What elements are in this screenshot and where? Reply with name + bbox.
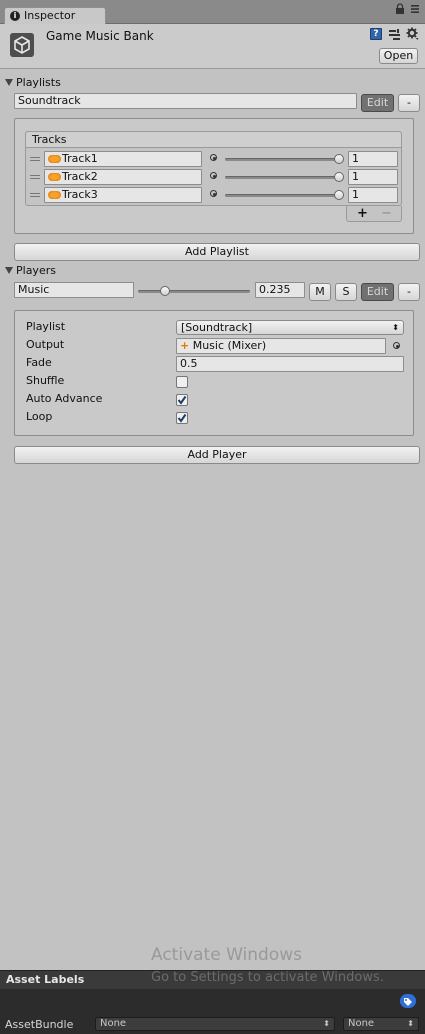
asset-labels-title: Asset Labels <box>6 973 85 986</box>
audio-clip-icon <box>48 173 61 181</box>
shuffle-checkbox[interactable] <box>176 376 188 388</box>
open-button[interactable]: Open <box>379 48 418 64</box>
audio-clip-icon <box>48 155 61 163</box>
tracks-header-label: Tracks <box>32 133 67 146</box>
playlist-dropdown[interactable]: [Soundtrack] ⬍ <box>176 320 404 335</box>
playlist-name-field[interactable]: Soundtrack <box>14 93 357 109</box>
object-picker-icon[interactable] <box>393 342 400 349</box>
playlist-dropdown-value: [Soundtrack] <box>181 321 253 334</box>
activate-windows-subtext: Go to Settings to activate Windows. <box>151 970 384 985</box>
tab-label: Inspector <box>24 9 76 22</box>
asset-title: Game Music Bank <box>46 29 154 43</box>
track-3-volume-slider[interactable] <box>225 194 342 197</box>
playlists-foldout-arrow-icon[interactable] <box>5 79 13 86</box>
assetbundle-variant-value: None <box>348 1018 375 1029</box>
track-2-name: Track2 <box>62 170 98 183</box>
track-1-clip-field[interactable]: Track1 <box>44 151 202 167</box>
player-name-field[interactable]: Music <box>14 282 134 298</box>
dropdown-arrows-icon: ⬍ <box>407 1019 414 1028</box>
inspector-header: Game Music Bank ? <box>0 24 425 69</box>
track-2-drag-handle[interactable] <box>30 175 40 179</box>
mixer-group-icon: + <box>180 339 190 352</box>
help-icon[interactable]: ? <box>370 28 382 40</box>
object-picker-icon[interactable] <box>210 190 217 197</box>
player-remove-button[interactable]: - <box>398 283 420 301</box>
track-1-drag-handle[interactable] <box>30 157 40 161</box>
preset-icon[interactable] <box>388 28 401 41</box>
players-foldout-arrow-icon[interactable] <box>5 267 13 274</box>
auto-advance-checkbox[interactable] <box>176 394 188 406</box>
lock-icon[interactable] <box>394 3 406 15</box>
track-2-volume-slider[interactable] <box>225 176 342 179</box>
player-volume-field[interactable]: 0.235 <box>255 282 305 298</box>
track-1-volume-thumb[interactable] <box>334 154 344 164</box>
tab-menu-icon[interactable] <box>409 3 421 15</box>
track-3-volume-thumb[interactable] <box>334 190 344 200</box>
activate-windows-watermark: Activate Windows <box>151 945 302 965</box>
dropdown-arrows-icon: ⬍ <box>323 1019 330 1028</box>
add-player-button[interactable]: Add Player <box>14 446 420 464</box>
fade-field[interactable]: 0.5 <box>176 356 404 372</box>
player-volume-thumb[interactable] <box>160 286 170 296</box>
assetbundle-dropdown[interactable]: None ⬍ <box>95 1017 335 1031</box>
tag-icon[interactable] <box>400 994 416 1008</box>
audio-clip-icon <box>48 191 61 199</box>
solo-button[interactable]: S <box>335 283 357 301</box>
output-property-label: Output <box>26 338 65 351</box>
fade-property-label: Fade <box>26 356 52 369</box>
object-picker-icon[interactable] <box>210 172 217 179</box>
check-icon <box>177 413 187 423</box>
track-3-volume-field[interactable]: 1 <box>348 187 398 203</box>
track-2-volume-field[interactable]: 1 <box>348 169 398 185</box>
output-field-value: Music (Mixer) <box>192 339 267 352</box>
player-edit-button[interactable]: Edit <box>361 283 394 301</box>
track-2-clip-field[interactable]: Track2 <box>44 169 202 185</box>
players-section-label[interactable]: Players <box>16 264 56 277</box>
track-3-drag-handle[interactable] <box>30 193 40 197</box>
loop-checkbox[interactable] <box>176 412 188 424</box>
check-icon <box>177 395 187 405</box>
loop-property-label: Loop <box>26 410 53 423</box>
track-2-volume-thumb[interactable] <box>334 172 344 182</box>
output-field[interactable]: + Music (Mixer) <box>176 338 386 354</box>
tracks-list-footer: + − <box>346 206 402 222</box>
auto-advance-property-label: Auto Advance <box>26 392 103 405</box>
track-3-clip-field[interactable]: Track3 <box>44 187 202 203</box>
playlist-edit-button[interactable]: Edit <box>361 94 394 112</box>
object-picker-icon[interactable] <box>210 154 217 161</box>
inspector-tab[interactable]: i Inspector <box>4 7 106 24</box>
dropdown-arrows-icon: ⬍ <box>392 323 399 332</box>
track-1-volume-slider[interactable] <box>225 158 342 161</box>
playlist-property-label: Playlist <box>26 320 66 333</box>
assetbundle-dropdown-value: None <box>100 1018 127 1029</box>
track-1-name: Track1 <box>62 152 98 165</box>
track-1-volume-field[interactable]: 1 <box>348 151 398 167</box>
info-icon: i <box>10 11 20 21</box>
playlist-remove-button[interactable]: - <box>398 94 420 112</box>
mute-button[interactable]: M <box>309 283 331 301</box>
track-3-name: Track3 <box>62 188 98 201</box>
gear-icon[interactable] <box>406 27 420 41</box>
add-playlist-button[interactable]: Add Playlist <box>14 243 420 261</box>
shuffle-property-label: Shuffle <box>26 374 65 387</box>
assetbundle-label: AssetBundle <box>5 1018 74 1031</box>
add-track-button[interactable]: + <box>357 206 368 221</box>
tab-bar: i Inspector <box>0 0 425 24</box>
assetbundle-variant-dropdown[interactable]: None ⬍ <box>343 1017 419 1031</box>
tracks-list-header: Tracks <box>26 132 401 148</box>
unity-asset-icon <box>10 33 34 57</box>
remove-track-button[interactable]: − <box>381 206 392 221</box>
playlists-section-label[interactable]: Playlists <box>16 76 61 89</box>
player-volume-slider[interactable] <box>138 290 250 293</box>
